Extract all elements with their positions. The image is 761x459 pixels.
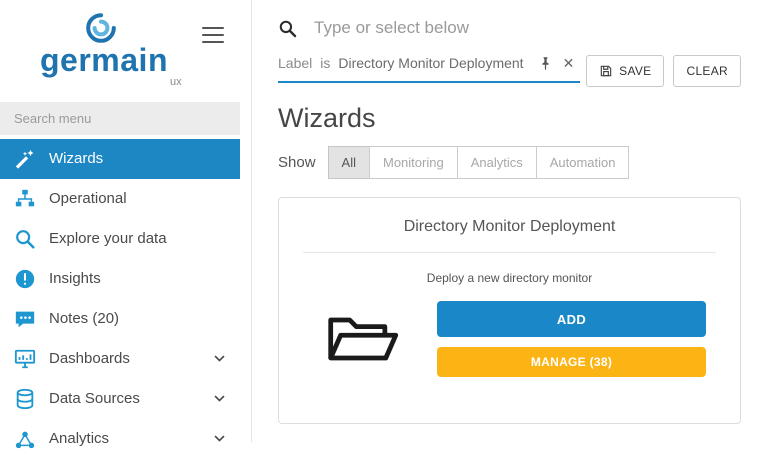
magic-wand-icon	[14, 148, 36, 170]
add-button[interactable]: ADD	[437, 301, 706, 337]
card-title: Directory Monitor Deployment	[303, 218, 716, 236]
manage-button[interactable]: MANAGE (38)	[437, 347, 706, 377]
sidebar-nav: Wizards Operational Explore your data	[0, 139, 240, 459]
sidebar-item-label: Wizards	[49, 150, 103, 167]
open-folder-icon	[325, 310, 401, 368]
brand-sub: ux	[170, 76, 224, 88]
alert-circle-icon	[14, 268, 36, 290]
sidebar: germain ux Wizards Operational	[0, 0, 240, 442]
filter-field: Label	[278, 55, 312, 71]
save-disk-icon	[599, 64, 613, 78]
clear-button-label: CLEAR	[686, 64, 728, 78]
filter-chip[interactable]: Label is Directory Monitor Deployment ✕	[278, 53, 580, 83]
card-body: ADD MANAGE (38)	[303, 301, 716, 377]
save-button-label: SAVE	[619, 64, 651, 78]
card-buttons: ADD MANAGE (38)	[437, 301, 706, 377]
card-divider	[303, 252, 716, 253]
hamburger-menu-icon[interactable]	[202, 22, 224, 48]
clear-button[interactable]: CLEAR	[673, 55, 741, 87]
wizard-card-directory-monitor-deployment: Directory Monitor Deployment Deploy a ne…	[278, 197, 741, 424]
network-nodes-icon	[14, 428, 36, 450]
sitemap-icon	[14, 188, 36, 210]
sidebar-item-label: Dashboards	[49, 350, 130, 367]
monitor-chart-icon	[14, 348, 36, 370]
search-icon	[14, 228, 36, 250]
tab-monitoring[interactable]: Monitoring	[369, 146, 458, 179]
filter-operator: is	[320, 55, 330, 71]
chevron-down-icon	[213, 352, 226, 365]
sidebar-item-analytics[interactable]: Analytics	[0, 419, 240, 459]
show-label: Show	[278, 154, 316, 171]
chat-bubble-icon	[14, 308, 36, 330]
sidebar-item-label: Data Sources	[49, 390, 140, 407]
sidebar-item-data-sources[interactable]: Data Sources	[0, 379, 240, 419]
filter-row: Label is Directory Monitor Deployment ✕ …	[252, 49, 761, 87]
tab-automation[interactable]: Automation	[536, 146, 630, 179]
global-search-bar	[252, 0, 761, 49]
germain-swirl-logo-icon	[78, 12, 124, 44]
sidebar-item-label: Analytics	[49, 430, 109, 447]
sidebar-item-dashboards[interactable]: Dashboards	[0, 339, 240, 379]
remove-filter-icon[interactable]: ✕	[563, 56, 575, 70]
sidebar-item-label: Insights	[49, 270, 101, 287]
search-icon	[278, 19, 297, 38]
show-filter-row: Show All Monitoring Analytics Automation	[278, 146, 761, 179]
category-tabs: All Monitoring Analytics Automation	[328, 146, 630, 179]
card-subtitle: Deploy a new directory monitor	[303, 271, 716, 285]
tab-all[interactable]: All	[328, 146, 370, 179]
global-search-input[interactable]	[312, 17, 741, 39]
sidebar-item-explore-your-data[interactable]: Explore your data	[0, 219, 240, 259]
chevron-down-icon	[213, 432, 226, 445]
logo-area: germain ux	[0, 0, 240, 92]
tab-analytics[interactable]: Analytics	[457, 146, 537, 179]
sidebar-item-notes[interactable]: Notes (20)	[0, 299, 240, 339]
sidebar-item-insights[interactable]: Insights	[0, 259, 240, 299]
page-title: Wizards	[278, 103, 761, 134]
filter-actions: SAVE CLEAR	[586, 53, 741, 87]
main-content: Label is Directory Monitor Deployment ✕ …	[251, 0, 761, 442]
sidebar-search-input[interactable]	[0, 102, 240, 135]
sidebar-item-label: Explore your data	[49, 230, 167, 247]
sidebar-item-operational[interactable]: Operational	[0, 179, 240, 219]
sidebar-item-label: Notes (20)	[49, 310, 119, 327]
chevron-down-icon	[213, 392, 226, 405]
sidebar-item-wizards[interactable]: Wizards	[0, 139, 240, 179]
database-icon	[14, 388, 36, 410]
save-button[interactable]: SAVE	[586, 55, 664, 87]
filter-value: Directory Monitor Deployment	[338, 55, 523, 71]
pin-icon[interactable]	[538, 56, 553, 71]
brand-name: germain	[40, 44, 224, 78]
sidebar-item-label: Operational	[49, 190, 127, 207]
